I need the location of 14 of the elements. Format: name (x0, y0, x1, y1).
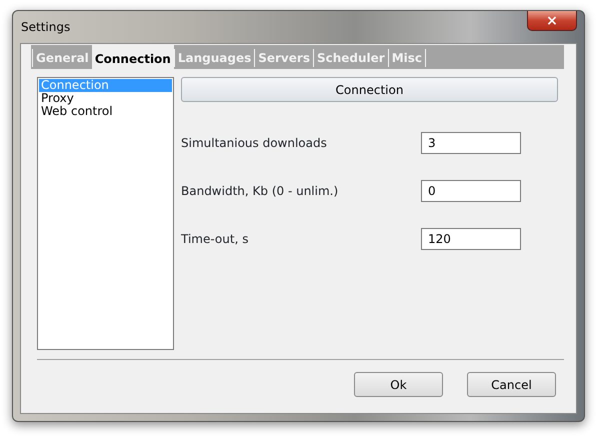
input-field[interactable]: 3 (421, 132, 521, 154)
input-field[interactable]: 120 (421, 228, 521, 250)
window-title: Settings (20, 19, 70, 36)
dialog-button[interactable]: Cancel (467, 372, 556, 397)
field-label: Bandwidth, Kb (0 - unlim.) (181, 183, 340, 200)
list-item[interactable]: Proxy (39, 92, 172, 105)
dialog-button[interactable]: Ok (354, 372, 443, 397)
field-label: Time-out, s (181, 231, 250, 248)
tab[interactable]: Connection (92, 45, 174, 69)
input-field[interactable]: 0 (421, 180, 521, 202)
list-item[interactable]: Web control (39, 105, 172, 118)
close-button[interactable]: × (527, 11, 577, 31)
field-label: Simultanious downloads (181, 135, 328, 152)
section-header-button[interactable]: Connection (181, 77, 558, 102)
